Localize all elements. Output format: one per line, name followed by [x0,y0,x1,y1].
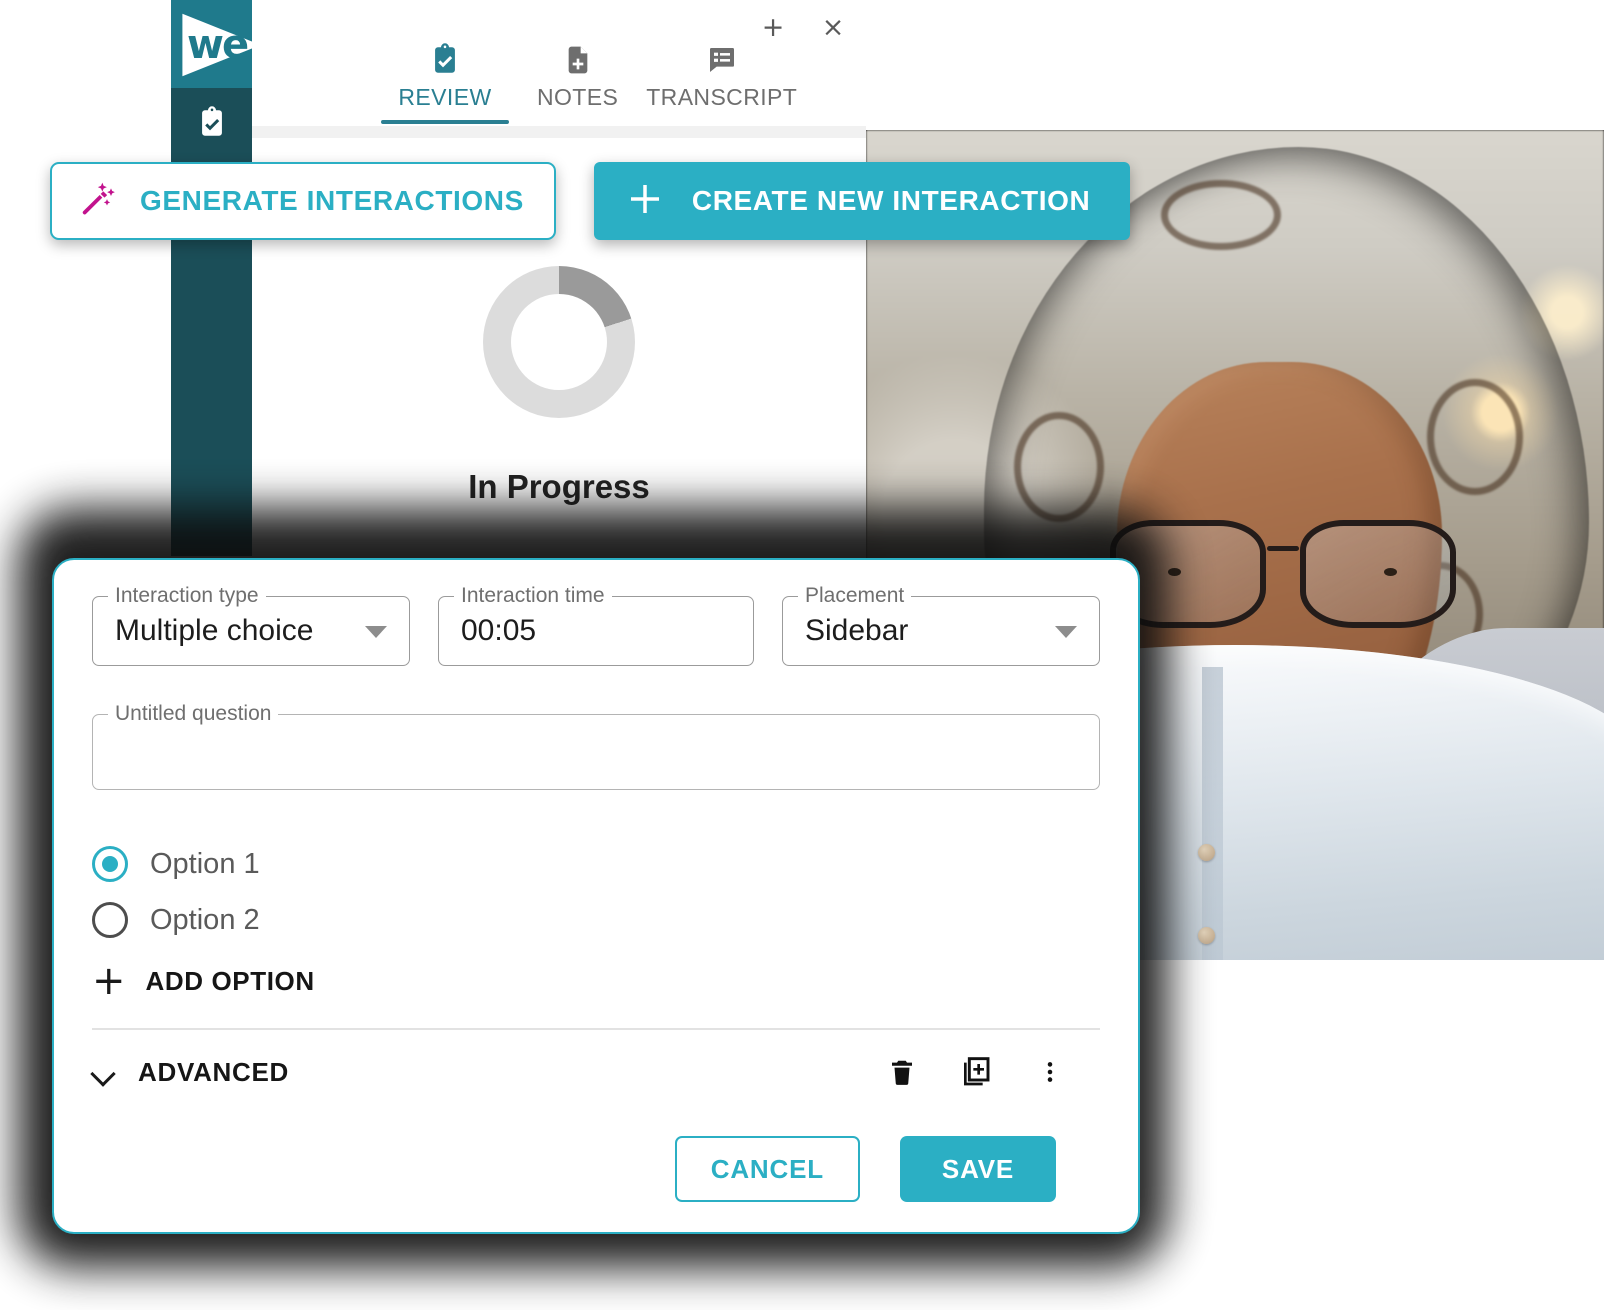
plus-icon [624,178,666,225]
placement-value: Sidebar [805,614,909,647]
chevron-down-icon [92,1065,116,1079]
option-label: Option 2 [150,903,260,936]
advanced-toggle[interactable]: ADVANCED [92,1057,289,1088]
interaction-actions: GENERATE INTERACTIONS CREATE NEW INTERAC… [50,162,1131,240]
advanced-label: ADVANCED [138,1056,290,1087]
interaction-editor-dialog: Interaction type Multiple choice Interac… [52,558,1140,1234]
options-list: Option 1 Option 2 + ADD OPTION [92,836,1100,1004]
question-field[interactable]: Untitled question [92,702,1100,790]
photo-glasses-bridge [1267,545,1299,551]
placement-select[interactable]: Placement Sidebar [782,584,1100,666]
generate-interactions-label: GENERATE INTERACTIONS [140,185,524,216]
document-add-icon [562,40,594,80]
delete-icon[interactable] [882,1050,922,1094]
progress-donut-hole [511,294,607,390]
save-button[interactable]: SAVE [899,1136,1056,1202]
tabs-separator [252,126,866,138]
photo-curl [1161,179,1282,250]
tab-label-review: REVIEW [398,84,492,110]
photo-shirt-button [1198,926,1216,944]
app-tabs: REVIEW NOTES TRANSCRIPT [367,40,811,132]
screenshot-root: we + × REVIEW NOTES TRANSCRIPT In Progre… [0,0,1604,1310]
interaction-time-value: 00:05 [461,614,537,647]
photo-eye [1384,567,1398,576]
radio-unselected-icon[interactable] [92,902,128,938]
tab-label-notes: NOTES [537,84,619,110]
clipboard-check-icon [428,40,462,80]
tab-review[interactable]: REVIEW [367,40,523,132]
chevron-down-icon [1055,626,1077,638]
progress-donut [483,266,635,418]
magic-wand-icon [78,179,118,224]
advanced-row: ADVANCED [92,1030,1100,1114]
dialog-top-fields: Interaction type Multiple choice Interac… [92,584,1100,666]
interaction-type-label: Interaction type [108,584,266,608]
tab-notes[interactable]: NOTES [523,40,632,132]
option-label: Option 1 [150,847,260,880]
create-new-interaction-button[interactable]: CREATE NEW INTERACTION [593,162,1131,240]
placement-label: Placement [798,584,912,608]
app-window: we + × REVIEW NOTES TRANSCRIPT In Progre… [171,0,866,556]
tab-label-transcript: TRANSCRIPT [646,84,798,110]
interaction-type-select[interactable]: Interaction type Multiple choice [92,584,410,666]
close-button[interactable]: × [816,10,850,44]
status-label: In Progress [468,468,650,505]
option-row[interactable]: Option 2 [92,892,1100,948]
generate-interactions-button[interactable]: GENERATE INTERACTIONS [50,162,556,240]
duplicate-add-icon[interactable] [956,1050,996,1094]
tab-transcript[interactable]: TRANSCRIPT [632,40,811,132]
option-row[interactable]: Option 1 [92,836,1100,892]
photo-curl [1426,379,1523,495]
photo-curl [1013,412,1104,523]
we-logo: we [179,6,264,84]
photo-lens-right [1300,520,1457,628]
interaction-time-input[interactable]: Interaction time 00:05 [438,584,754,666]
interaction-type-value: Multiple choice [115,614,314,647]
sidebar-item-review[interactable] [195,105,229,141]
new-tab-button[interactable]: + [756,10,790,44]
photo-eye [1168,567,1182,576]
logo-text: we [187,22,249,68]
cancel-button[interactable]: CANCEL [674,1136,860,1202]
dialog-footer: CANCEL SAVE [92,1114,1100,1202]
question-input[interactable] [93,715,1099,789]
window-controls: + × [756,10,850,44]
add-option-button[interactable]: + ADD OPTION [92,958,1100,1004]
interaction-time-label: Interaction time [454,584,612,608]
radio-selected-icon[interactable] [92,846,128,882]
photo-shirt-button [1198,843,1216,861]
plus-icon: + [92,958,126,1004]
add-option-label: ADD OPTION [145,965,315,996]
create-new-interaction-label: CREATE NEW INTERACTION [691,185,1091,216]
transcript-list-icon [706,40,738,80]
advanced-tool-icons [882,1050,1100,1094]
chevron-down-icon [365,626,387,638]
more-vertical-icon[interactable] [1030,1050,1070,1094]
